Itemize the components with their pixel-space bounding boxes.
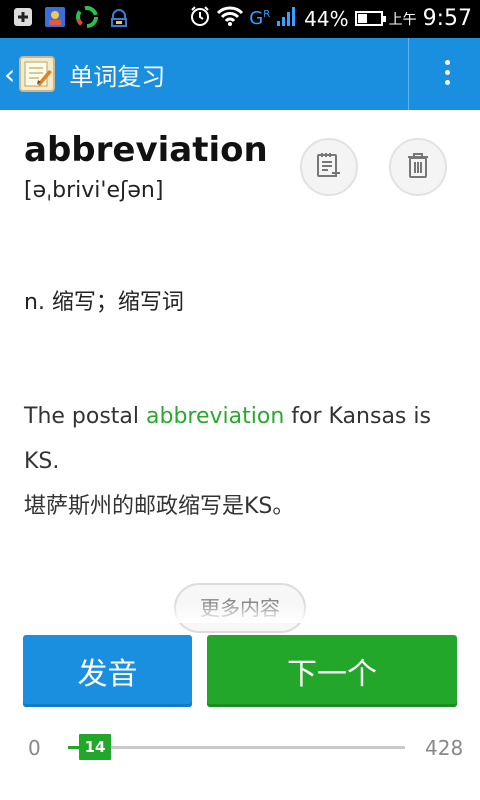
status-bar: GR 44% 上午 9:57 bbox=[0, 0, 480, 38]
example-block: The postal abbreviation for Kansas is KS… bbox=[24, 394, 464, 529]
app-logo-icon bbox=[19, 56, 56, 92]
network-roaming-label: R bbox=[263, 9, 271, 20]
signal-icon bbox=[276, 5, 298, 32]
progress-slider[interactable]: 14 bbox=[68, 734, 405, 760]
app-bar-divider bbox=[408, 38, 409, 110]
android-download-icon bbox=[108, 6, 130, 28]
clock: 9:57 bbox=[422, 6, 472, 31]
app-circle-icon bbox=[76, 6, 98, 28]
battery-percent: 44% bbox=[304, 6, 349, 31]
example-highlight-word: abbreviation bbox=[146, 404, 285, 429]
app-title: 单词复习 bbox=[69, 62, 166, 91]
system-indicators: GR 44% 上午 9:57 bbox=[189, 5, 472, 32]
wifi-icon bbox=[217, 5, 244, 32]
overflow-menu-icon[interactable] bbox=[445, 60, 450, 85]
word-definition: n. 缩写；缩写词 bbox=[24, 290, 184, 315]
content-fade bbox=[0, 603, 480, 623]
example-translation: 堪萨斯州的邮政缩写是KS。 bbox=[24, 494, 295, 519]
battery-icon bbox=[354, 11, 386, 26]
word-phonetic: [əˌbrivi'eʃən] bbox=[24, 178, 164, 203]
notification-icons bbox=[12, 6, 130, 28]
network-type: GR bbox=[249, 8, 270, 29]
example-sentence: The postal abbreviation for Kansas is KS… bbox=[24, 394, 464, 484]
next-word-button[interactable]: 下一个 bbox=[207, 635, 457, 707]
delete-word-button[interactable] bbox=[389, 138, 447, 196]
time-period: 上午 bbox=[388, 11, 417, 28]
alarm-clock-icon bbox=[189, 5, 211, 32]
progress-thumb[interactable]: 14 bbox=[79, 734, 112, 760]
note-add-icon bbox=[314, 150, 344, 184]
add-box-icon bbox=[12, 6, 34, 28]
back-button[interactable]: ‹ 单词复习 bbox=[4, 38, 165, 110]
chevron-left-icon: ‹ bbox=[4, 57, 16, 91]
example-text-before: The postal bbox=[24, 404, 147, 429]
word-title: abbreviation bbox=[24, 130, 268, 170]
contact-card-icon bbox=[44, 6, 66, 28]
app-bar: ‹ 单词复习 bbox=[0, 38, 480, 110]
progress-max-label: 428 bbox=[425, 736, 464, 760]
progress-min-label: 0 bbox=[28, 736, 41, 760]
pronounce-button[interactable]: 发音 bbox=[23, 635, 192, 707]
trash-icon bbox=[404, 150, 432, 184]
add-to-notebook-button[interactable] bbox=[300, 138, 358, 196]
network-type-label: G bbox=[249, 8, 264, 29]
progress-fill bbox=[68, 746, 80, 749]
